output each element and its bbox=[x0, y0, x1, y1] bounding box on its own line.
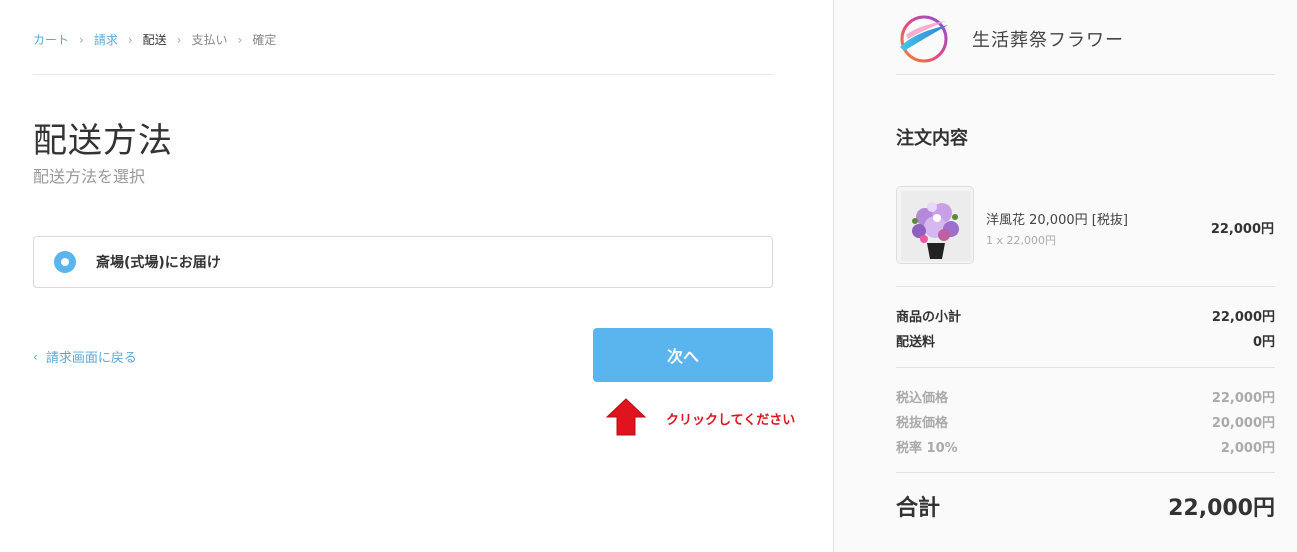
tax-excluded-label: 税抜価格 bbox=[896, 416, 949, 431]
sidebar-divider bbox=[896, 286, 1275, 287]
tax-rate-label: 税率 10% bbox=[896, 441, 958, 456]
flower-arrangement-image bbox=[897, 187, 973, 263]
page-subtitle: 配送方法を選択 bbox=[33, 167, 146, 186]
breadcrumb-shipping: 配送 bbox=[142, 33, 167, 47]
back-to-billing-link[interactable]: ‹ 請求画面に戻る bbox=[33, 347, 137, 367]
shipping-fee-row: 配送料 0円 bbox=[896, 331, 1275, 350]
tax-included-row: 税込価格 22,000円 bbox=[896, 387, 1275, 406]
header-divider bbox=[33, 74, 773, 75]
tax-rate-value: 2,000円 bbox=[1220, 441, 1275, 456]
breadcrumb-confirm: 確定 bbox=[252, 33, 277, 47]
order-summary-sidebar: 生活葬祭フラワー 注文内容 洋風花 20,000円 [税抜] 1 x 22,00… bbox=[833, 0, 1297, 552]
subtotal-label: 商品の小計 bbox=[896, 310, 962, 325]
sidebar-divider bbox=[896, 367, 1275, 368]
chevron-left-icon: ‹ bbox=[33, 349, 38, 364]
breadcrumb-separator: › bbox=[176, 32, 182, 47]
tax-included-label: 税込価格 bbox=[896, 391, 949, 406]
breadcrumb-separator: › bbox=[237, 32, 243, 47]
click-instruction-note: クリックしてください bbox=[666, 413, 796, 428]
breadcrumb-payment: 支払い bbox=[191, 33, 228, 47]
tax-rate-row: 税率 10% 2,000円 bbox=[896, 437, 1275, 456]
red-up-arrow-icon bbox=[606, 398, 646, 436]
page-title: 配送方法 bbox=[33, 121, 173, 161]
tax-excluded-row: 税抜価格 20,000円 bbox=[896, 412, 1275, 431]
breadcrumb-separator: › bbox=[79, 32, 84, 47]
shipping-option[interactable]: 斎場(式場)にお届け bbox=[33, 236, 773, 288]
total-row: 合計 22,000円 bbox=[896, 490, 1275, 522]
shipping-fee-label: 配送料 bbox=[896, 335, 936, 350]
breadcrumb-cart[interactable]: カート bbox=[33, 31, 69, 48]
product-thumbnail bbox=[896, 186, 974, 264]
item-quantity: 1 x 22,000円 bbox=[986, 234, 1056, 247]
checkout-main: カート › 請求 › 配送 › 支払い › 確定 配送方法 配送方法を選択 斎場… bbox=[0, 0, 833, 552]
item-price: 22,000円 bbox=[1210, 222, 1274, 237]
breadcrumb: カート › 請求 › 配送 › 支払い › 確定 bbox=[33, 31, 276, 48]
sidebar-divider bbox=[896, 74, 1275, 75]
shipping-option-radio[interactable] bbox=[54, 251, 76, 273]
subtotal-value: 22,000円 bbox=[1211, 310, 1275, 325]
shop-logo-icon bbox=[900, 15, 948, 63]
back-link-label: 請求画面に戻る bbox=[45, 351, 137, 366]
breadcrumb-billing[interactable]: 請求 bbox=[94, 31, 118, 48]
next-button[interactable]: 次へ bbox=[593, 328, 773, 382]
item-name: 洋風花 20,000円 [税抜] bbox=[986, 213, 1128, 228]
shipping-option-label: 斎場(式場)にお届け bbox=[96, 255, 221, 271]
subtotal-row: 商品の小計 22,000円 bbox=[896, 306, 1275, 325]
tax-included-value: 22,000円 bbox=[1211, 391, 1275, 406]
total-value: 22,000円 bbox=[1168, 496, 1275, 521]
radio-dot-icon bbox=[61, 258, 69, 266]
tax-excluded-value: 20,000円 bbox=[1211, 416, 1275, 431]
shop-name: 生活葬祭フラワー bbox=[972, 30, 1124, 51]
breadcrumb-separator: › bbox=[127, 32, 133, 47]
sidebar-divider bbox=[896, 472, 1275, 473]
shipping-fee-value: 0円 bbox=[1252, 335, 1275, 350]
total-label: 合計 bbox=[896, 496, 941, 521]
order-summary-heading: 注文内容 bbox=[896, 128, 968, 149]
